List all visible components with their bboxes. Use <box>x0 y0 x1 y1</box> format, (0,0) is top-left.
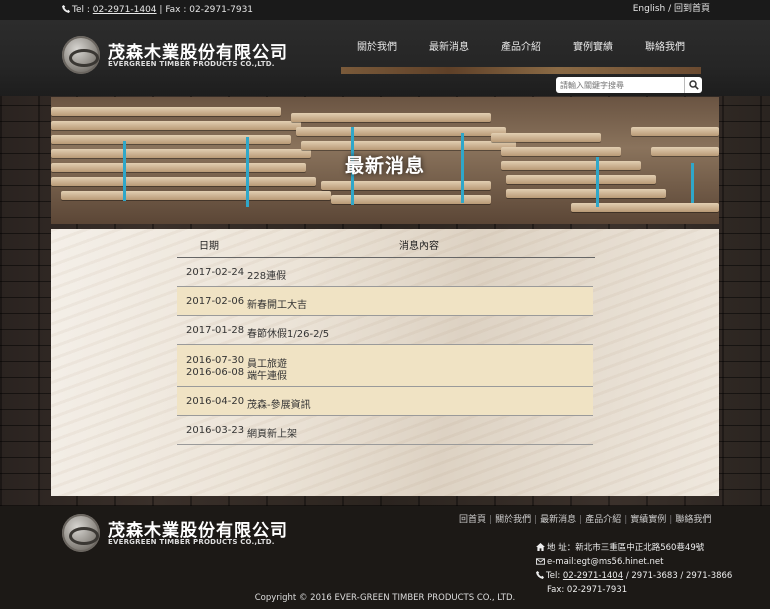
nav-about[interactable]: 關於我們 <box>357 38 397 53</box>
language-link[interactable]: English / 回到首頁 <box>633 1 710 14</box>
footer-nav-home[interactable]: 回首頁 <box>459 515 486 525</box>
footer-nav-products[interactable]: 產品介紹 <box>585 515 621 525</box>
logo-name-en: EVERGREEN TIMBER PRODUCTS CO.,LTD. <box>108 60 275 68</box>
email-line: e-mail:egt@ms56.hinet.net <box>536 556 732 570</box>
row-date: 2016-06-08 <box>186 367 245 378</box>
tel-label: Tel : <box>72 5 90 15</box>
banner-title: 最新消息 <box>344 155 425 177</box>
main-nav: 關於我們 最新消息 產品介紹 實例實績 聯絡我們 <box>341 38 701 54</box>
page-banner: 最新消息 <box>51 97 719 224</box>
footer-nav-cases[interactable]: 實績實例 <box>630 515 666 525</box>
nav-news[interactable]: 最新消息 <box>429 38 469 53</box>
top-contact: Tel : 02-2971-1404 | Fax : 02-2971-7931 <box>62 5 253 16</box>
mail-icon <box>536 557 545 570</box>
footer-nav-contact[interactable]: 聯絡我們 <box>675 515 711 525</box>
phone-icon <box>62 5 70 16</box>
tel-link[interactable]: 02-2971-1404 <box>93 5 157 15</box>
phone-icon <box>536 571 544 584</box>
logo-name-en: EVERGREEN TIMBER PRODUCTS CO.,LTD. <box>108 538 275 546</box>
row-title[interactable]: 新春開工大吉 <box>247 296 307 311</box>
fax-text: | Fax : 02-2971-7931 <box>159 5 254 15</box>
row-date: 2017-02-06 <box>186 296 245 307</box>
top-bar: Tel : 02-2971-1404 | Fax : 02-2971-7931 … <box>0 0 770 20</box>
footer-nav-about[interactable]: 關於我們 <box>495 515 531 525</box>
tel-rest: / 2971-3683 / 2971-3866 <box>625 571 733 581</box>
separator: | <box>669 515 673 525</box>
search-input[interactable] <box>560 78 678 92</box>
table-row[interactable]: 2016-04-20 茂森-參展資訊 <box>177 387 593 416</box>
tel-prefix: Tel: <box>546 571 561 581</box>
nav-cases[interactable]: 實例實績 <box>573 38 613 53</box>
footer-nav: 回首頁 | 關於我們 | 最新消息 | 產品介紹 | 實績實例 | 聯絡我們 <box>459 512 711 525</box>
table-row[interactable]: 2016-07-30 員工旅遊 2016-06-08 端午連假 <box>177 345 593 387</box>
table-row[interactable]: 2017-02-06 新春開工大吉 <box>177 287 593 316</box>
separator: | <box>534 515 538 525</box>
email-link[interactable]: e-mail:egt@ms56.hinet.net <box>547 557 663 567</box>
header: 茂森木業股份有限公司 EVERGREEN TIMBER PRODUCTS CO.… <box>0 20 770 96</box>
tel-line: Tel: 02-2971-1404 / 2971-3683 / 2971-386… <box>536 570 732 584</box>
footer-nav-news[interactable]: 最新消息 <box>540 515 576 525</box>
column-header-title: 消息內容 <box>399 241 439 252</box>
row-date: 2016-04-20 <box>186 396 245 407</box>
column-header-date: 日期 <box>199 241 219 252</box>
separator: | <box>489 515 493 525</box>
row-title[interactable]: 春節休假1/26-2/5 <box>247 325 329 340</box>
row-title[interactable]: 網頁新上架 <box>247 425 297 440</box>
search-button[interactable] <box>684 77 702 93</box>
footer-contact-info: 地 址：新北市三重區中正北路560巷49號 e-mail:egt@ms56.hi… <box>536 542 732 597</box>
table-row[interactable]: 2017-02-24 228連假 <box>177 258 593 287</box>
logo-mark-icon <box>62 36 100 74</box>
row-date: 2017-02-24 <box>186 267 245 278</box>
nav-wood-bar <box>341 67 701 74</box>
separator: | <box>624 515 628 525</box>
nav-contact[interactable]: 聯絡我們 <box>645 38 685 53</box>
row-title[interactable]: 端午連假 <box>247 367 287 382</box>
nav-products[interactable]: 產品介紹 <box>501 38 541 53</box>
copyright: Copyright © 2016 EVER-GREEN TIMBER PRODU… <box>254 593 516 603</box>
address-line: 地 址：新北市三重區中正北路560巷49號 <box>536 542 732 556</box>
table-row[interactable]: 2016-03-23 網頁新上架 <box>177 416 593 445</box>
logo-mark-icon <box>62 514 100 552</box>
search-icon <box>689 80 699 90</box>
content-panel: 日期 消息內容 2017-02-24 228連假 2017-02-06 新春開工… <box>51 229 719 496</box>
search-box <box>556 77 702 93</box>
row-date: 2016-03-23 <box>186 425 245 436</box>
footer-tel-link[interactable]: 02-2971-1404 <box>563 571 623 581</box>
table-row[interactable]: 2017-01-28 春節休假1/26-2/5 <box>177 316 593 345</box>
address-text: 地 址：新北市三重區中正北路560巷49號 <box>547 543 705 553</box>
row-date: 2017-01-28 <box>186 325 245 336</box>
row-date: 2016-07-30 <box>186 355 245 366</box>
row-title[interactable]: 228連假 <box>247 267 286 282</box>
home-icon <box>536 543 545 556</box>
separator: | <box>579 515 583 525</box>
row-title[interactable]: 茂森-參展資訊 <box>247 396 311 411</box>
footer: 茂森木業股份有限公司 EVERGREEN TIMBER PRODUCTS CO.… <box>0 506 770 609</box>
